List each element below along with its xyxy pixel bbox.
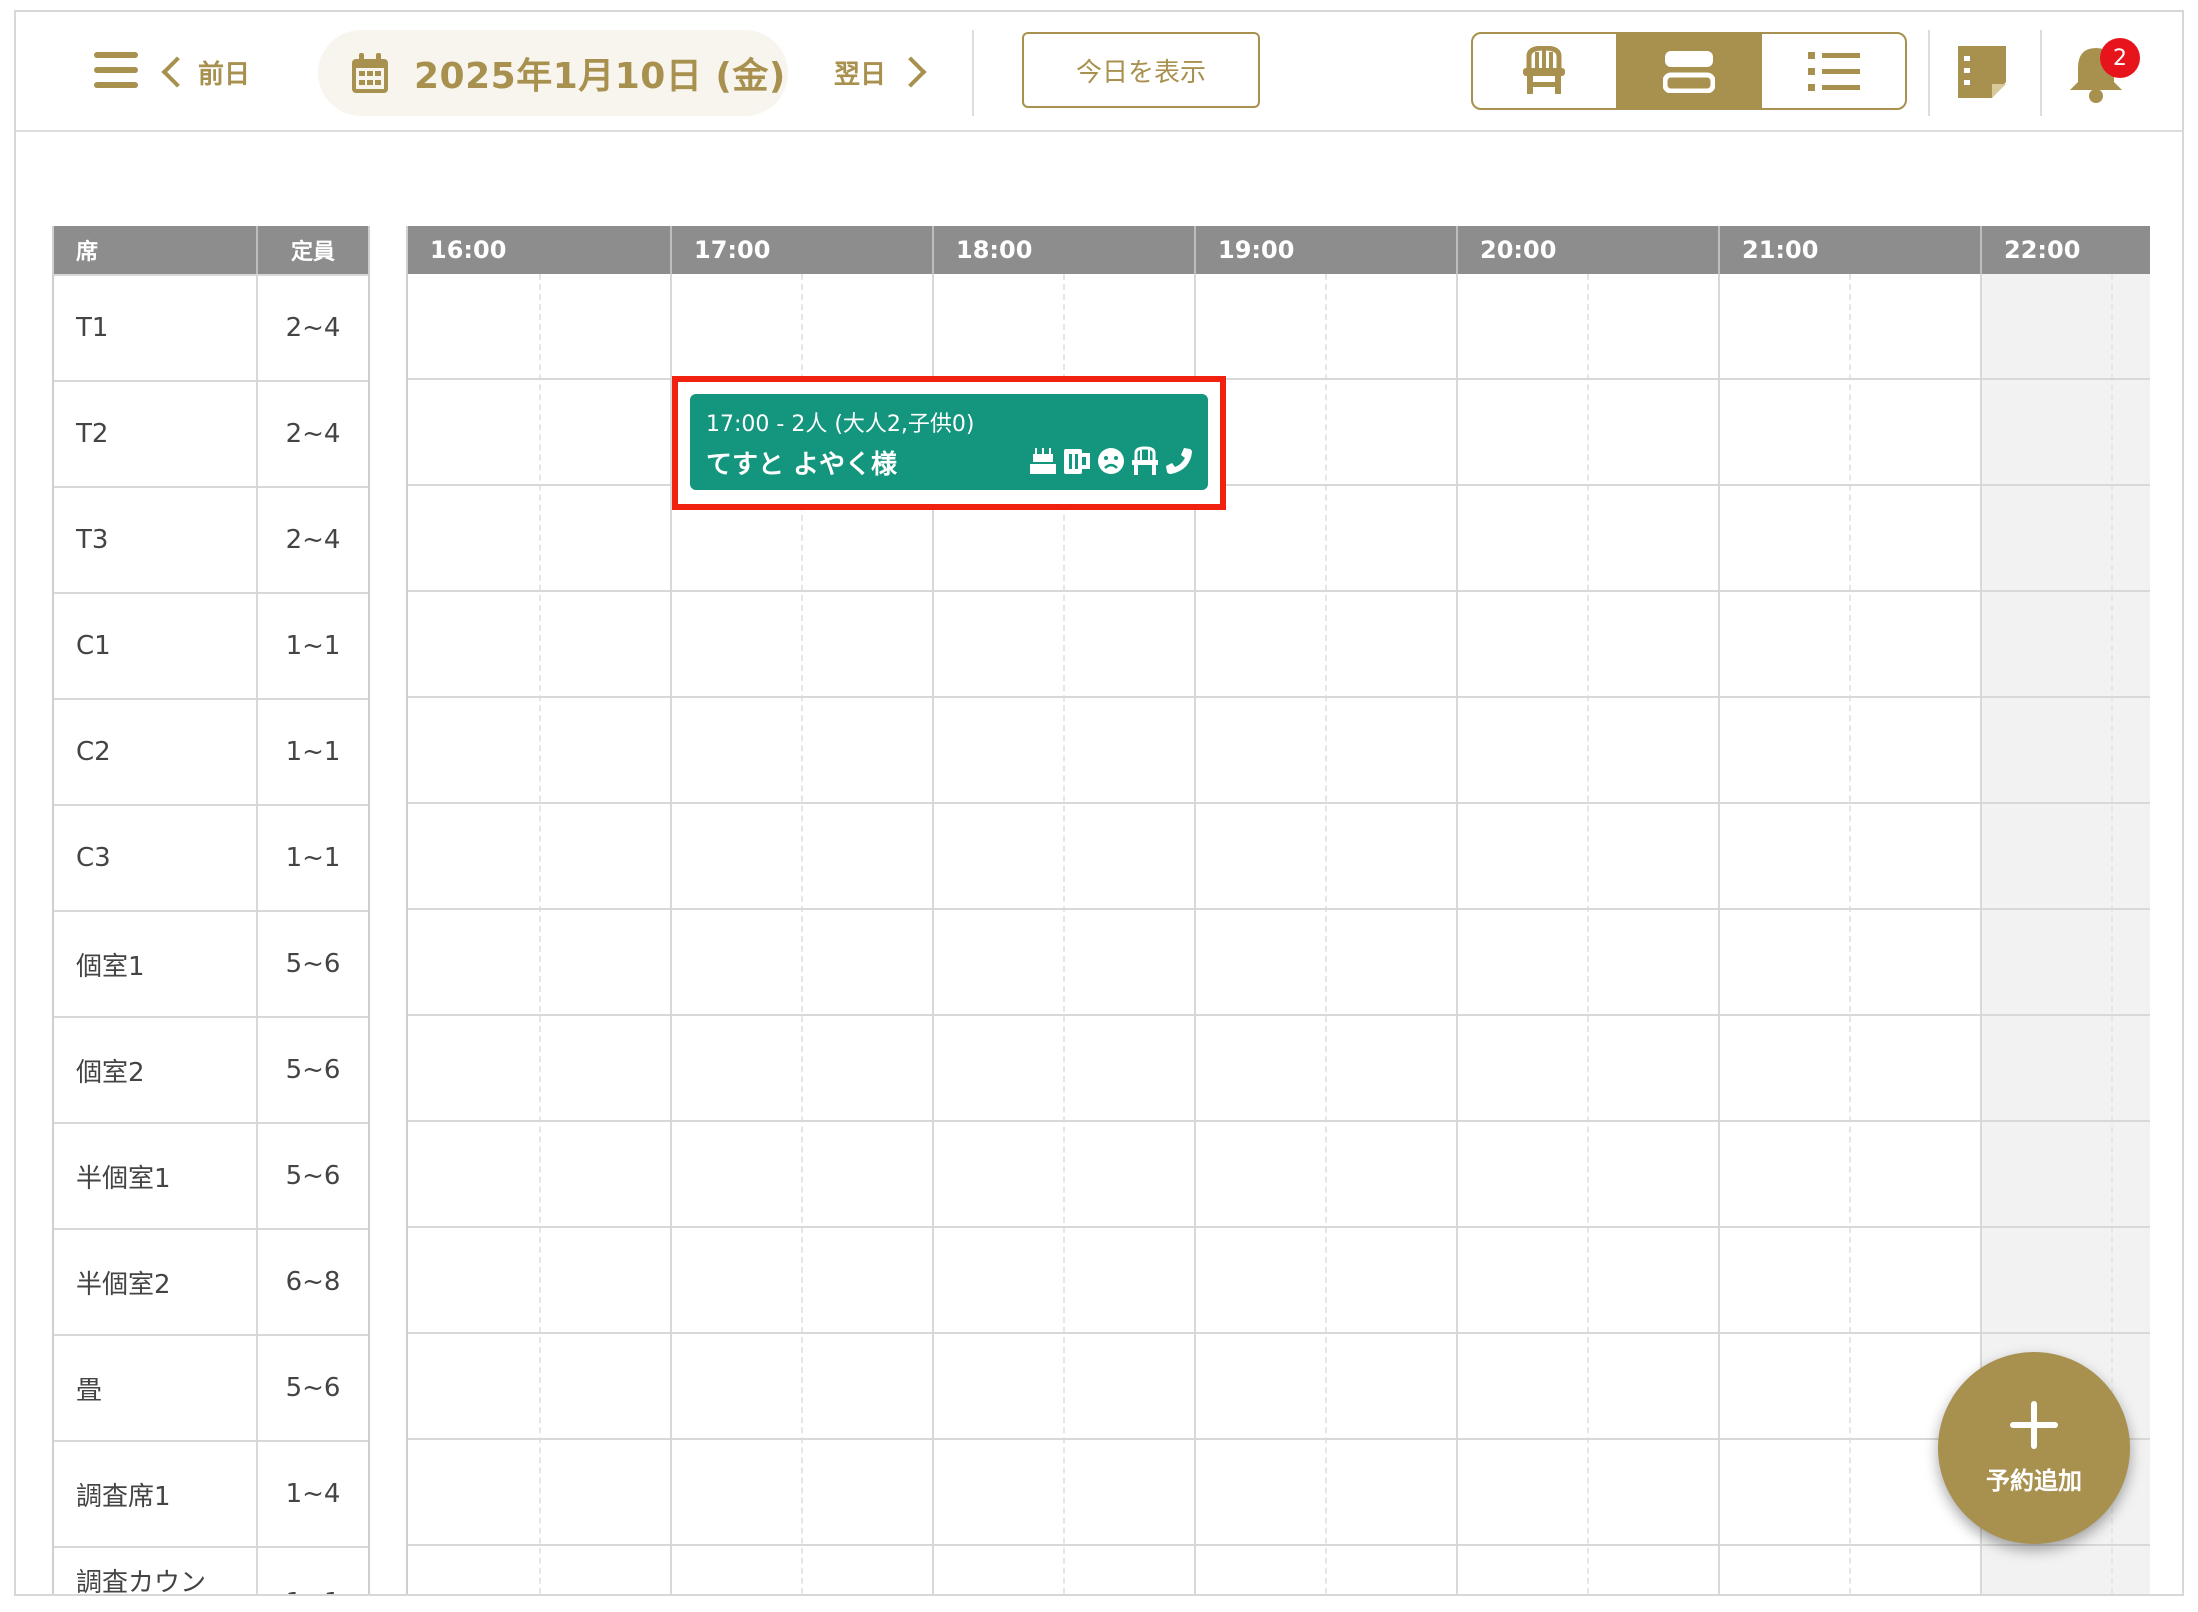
divider bbox=[972, 30, 974, 116]
cake-icon bbox=[1030, 448, 1056, 474]
chevron-left-icon bbox=[161, 56, 193, 88]
seat-row[interactable]: 半個室1 5~6 bbox=[54, 1122, 368, 1228]
top-bar: 前日 2025年1月10日 (金) 翌日 今日を表示 2 bbox=[16, 12, 2182, 132]
seat-capacity: 1~1 bbox=[258, 1548, 368, 1594]
seat-row[interactable]: 調査席1 1~4 bbox=[54, 1440, 368, 1546]
seat-capacity: 2~4 bbox=[285, 525, 341, 555]
seat-capacity: 5~6 bbox=[285, 1055, 341, 1085]
date-picker[interactable]: 2025年1月10日 (金) bbox=[318, 30, 788, 116]
prev-day-label: 前日 bbox=[198, 59, 251, 90]
seat-name: T1 bbox=[54, 276, 258, 380]
show-today-button[interactable]: 今日を表示 bbox=[1022, 32, 1260, 108]
seat-name: C2 bbox=[54, 700, 258, 804]
seat-row[interactable]: C3 1~1 bbox=[54, 804, 368, 910]
timeline-icon bbox=[1663, 51, 1715, 93]
divider bbox=[1928, 30, 1930, 116]
seat-capacity: 2~4 bbox=[285, 419, 341, 449]
seat-name: 調査席1 bbox=[54, 1442, 258, 1546]
seat-name: C3 bbox=[54, 806, 258, 910]
seat-name: T3 bbox=[54, 488, 258, 592]
seat-name: C1 bbox=[54, 594, 258, 698]
seat-column-header: 席 bbox=[54, 226, 258, 274]
add-reservation-label: 予約追加 bbox=[1986, 1466, 2082, 1495]
divider bbox=[2040, 30, 2042, 116]
current-date: 2025年1月10日 (金) bbox=[414, 56, 786, 97]
add-reservation-button[interactable]: 予約追加 bbox=[1938, 1352, 2130, 1544]
seat-row[interactable]: 個室1 5~6 bbox=[54, 910, 368, 1016]
seat-row[interactable]: 調査カウン 1~1 bbox=[54, 1546, 368, 1594]
seat-name: 半個室2 bbox=[54, 1230, 258, 1334]
beer-mug-icon bbox=[1064, 449, 1090, 474]
app-frame: 前日 2025年1月10日 (金) 翌日 今日を表示 2 席 定員 T1 2~4… bbox=[14, 10, 2184, 1596]
seat-name: 調査カウン bbox=[54, 1548, 258, 1594]
seat-capacity: 1~1 bbox=[285, 631, 341, 661]
timeline-grid[interactable]: 16:00 17:00 18:00 19:00 20:00 21:00 22:0… bbox=[406, 226, 2150, 1594]
calendar-icon bbox=[350, 51, 390, 95]
chevron-right-icon bbox=[895, 56, 927, 88]
seat-row[interactable]: T3 2~4 bbox=[54, 486, 368, 592]
hour-label: 20:00 bbox=[1456, 226, 1718, 274]
hour-label: 21:00 bbox=[1718, 226, 1980, 274]
seat-name: 個室2 bbox=[54, 1018, 258, 1122]
reservation-time-info: 17:00 - 2人 (大人2,子供0) bbox=[706, 412, 975, 437]
chair-icon bbox=[1132, 446, 1158, 475]
chair-icon bbox=[1523, 46, 1566, 94]
next-day-button[interactable]: 翌日 bbox=[834, 50, 927, 94]
seat-capacity: 5~6 bbox=[285, 949, 341, 979]
seat-table-header: 席 定員 bbox=[54, 226, 368, 274]
seat-capacity: 1~1 bbox=[285, 737, 341, 767]
seat-row[interactable]: T1 2~4 bbox=[54, 274, 368, 380]
hour-label: 19:00 bbox=[1194, 226, 1456, 274]
prev-day-button[interactable]: 前日 bbox=[161, 50, 251, 94]
reservation-icons bbox=[1028, 446, 1194, 476]
seat-capacity: 5~6 bbox=[285, 1373, 341, 1403]
seat-capacity: 5~6 bbox=[285, 1161, 341, 1191]
notification-badge: 2 bbox=[2100, 38, 2140, 78]
hour-label: 18:00 bbox=[932, 226, 1194, 274]
sad-face-icon bbox=[1098, 448, 1124, 474]
hour-label: 16:00 bbox=[430, 236, 507, 264]
hour-label: 17:00 bbox=[670, 226, 932, 274]
seat-row[interactable]: C2 1~1 bbox=[54, 698, 368, 804]
seat-table: 席 定員 T1 2~4 T2 2~4 T3 2~4 C1 1~1 C2 1~1 … bbox=[52, 226, 370, 1594]
view-switcher bbox=[1471, 32, 1907, 110]
seat-capacity: 1~1 bbox=[285, 843, 341, 873]
list-view-button[interactable] bbox=[1762, 34, 1905, 108]
phone-icon bbox=[1166, 448, 1192, 474]
memo-icon[interactable] bbox=[1954, 44, 2010, 100]
list-icon bbox=[1807, 52, 1860, 91]
seat-capacity: 1~4 bbox=[285, 1479, 341, 1509]
timeline-header: 16:00 17:00 18:00 19:00 20:00 21:00 22:0… bbox=[408, 226, 2150, 274]
next-day-label: 翌日 bbox=[834, 59, 887, 90]
timeline-view-button[interactable] bbox=[1617, 34, 1763, 108]
seat-view-button[interactable] bbox=[1473, 34, 1618, 108]
seat-name: 畳 bbox=[54, 1336, 258, 1440]
seat-row[interactable]: T2 2~4 bbox=[54, 380, 368, 486]
seat-capacity: 2~4 bbox=[285, 313, 341, 343]
seat-row[interactable]: 個室2 5~6 bbox=[54, 1016, 368, 1122]
reservation-card[interactable]: 17:00 - 2人 (大人2,子供0) てすと よやく様 bbox=[690, 394, 1208, 490]
seat-row[interactable]: 畳 5~6 bbox=[54, 1334, 368, 1440]
hour-label: 22:00 bbox=[1980, 226, 2150, 274]
seat-row[interactable]: C1 1~1 bbox=[54, 592, 368, 698]
seat-name: 半個室1 bbox=[54, 1124, 258, 1228]
hamburger-menu-icon[interactable] bbox=[94, 52, 138, 88]
capacity-column-header: 定員 bbox=[290, 240, 335, 265]
seat-capacity: 6~8 bbox=[285, 1267, 341, 1297]
seat-name: 個室1 bbox=[54, 912, 258, 1016]
plus-icon bbox=[2010, 1400, 2058, 1449]
seat-row[interactable]: 半個室2 6~8 bbox=[54, 1228, 368, 1334]
seat-name: T2 bbox=[54, 382, 258, 486]
